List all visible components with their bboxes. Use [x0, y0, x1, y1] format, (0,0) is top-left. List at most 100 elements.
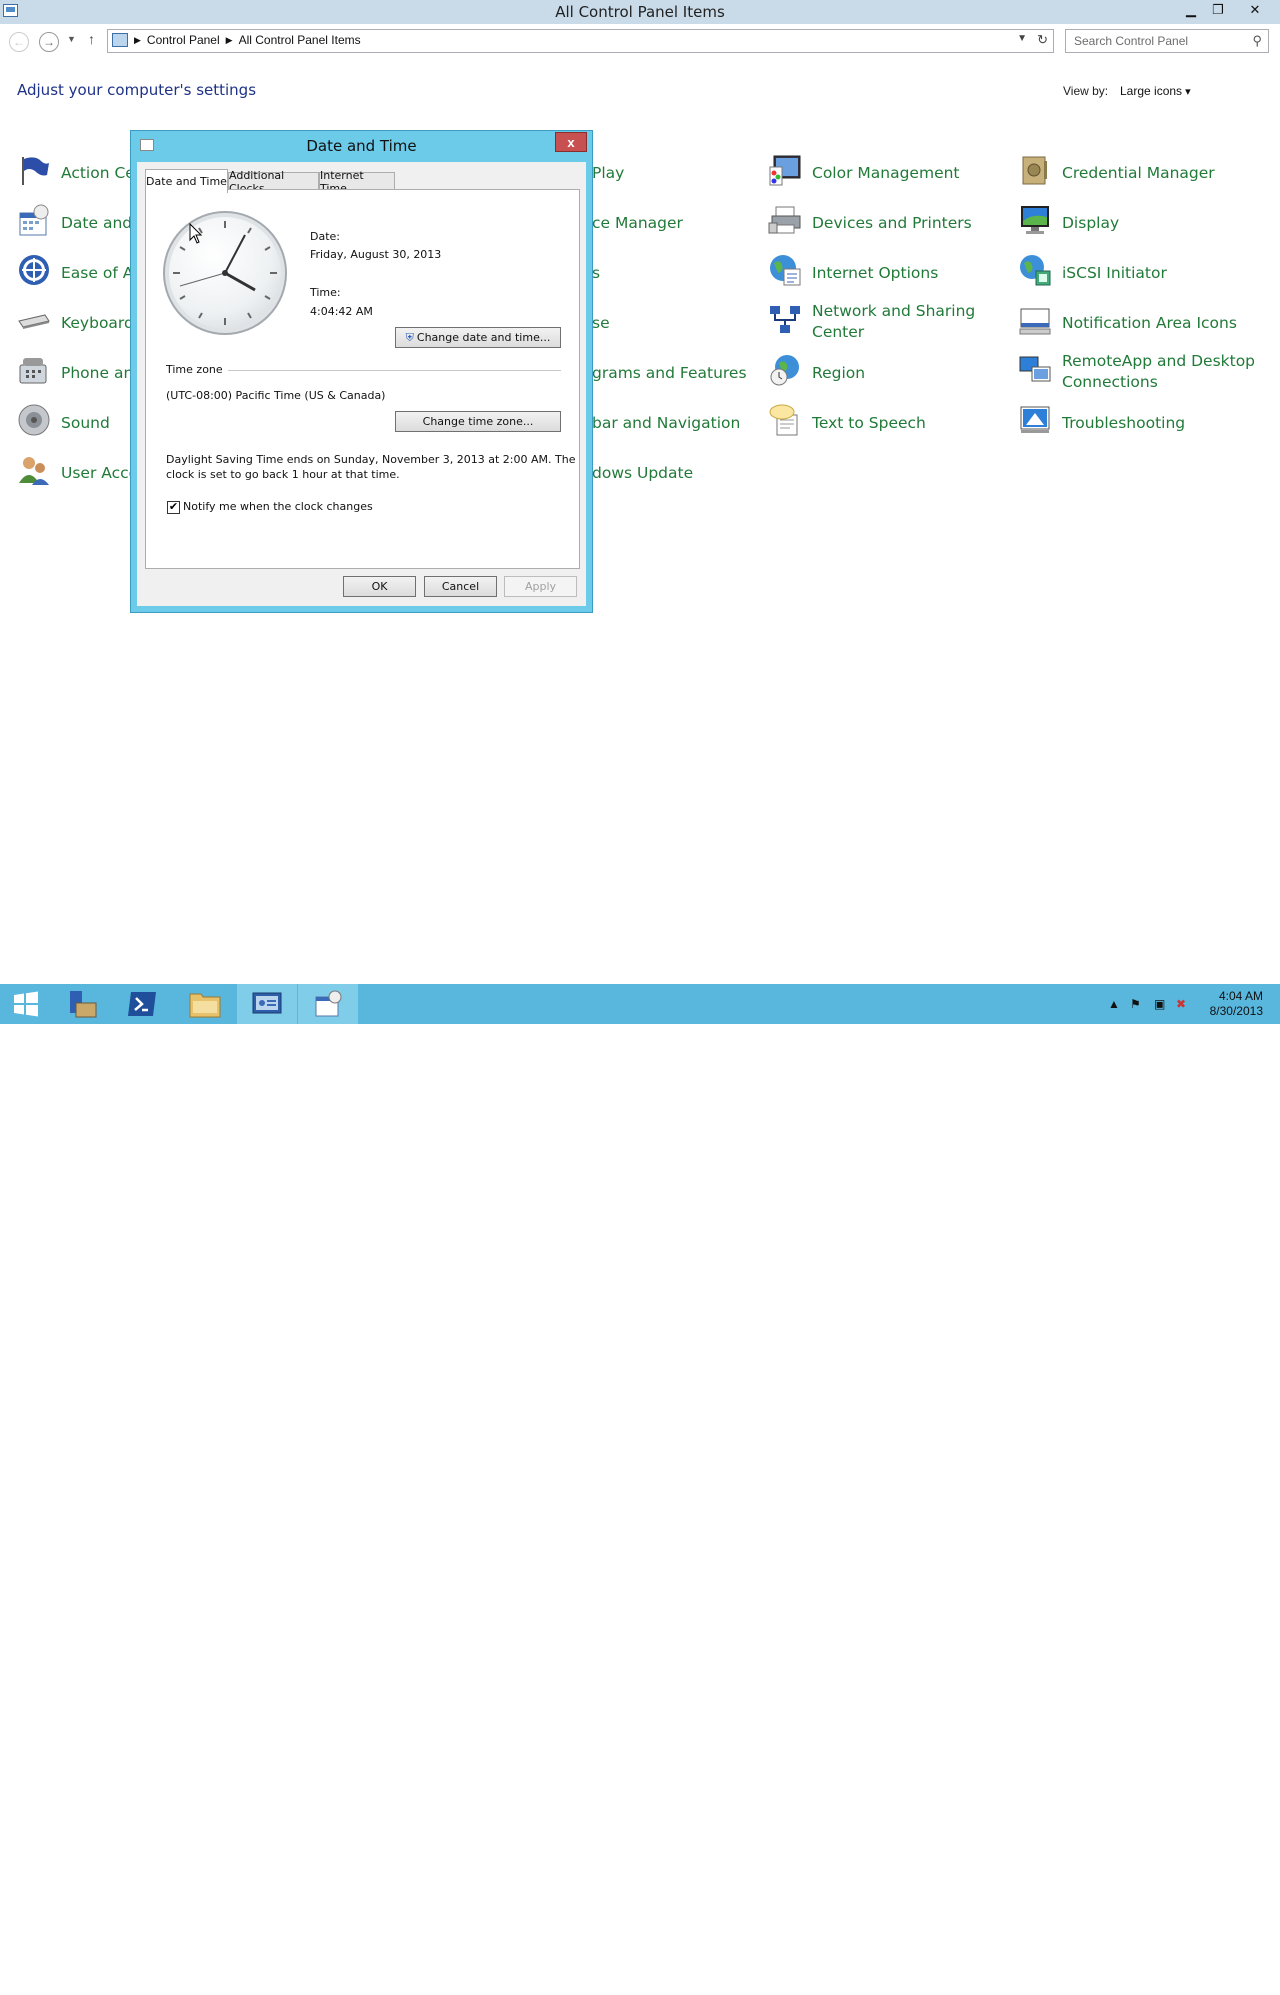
taskbar-clock[interactable]: 4:04 AM 8/30/2013 — [1210, 989, 1263, 1019]
cp-item-label: bar and Navigation — [592, 413, 741, 432]
chevron-down-icon[interactable]: ▼ — [1017, 33, 1027, 44]
cp-item-label: Color Management — [812, 163, 960, 182]
taskbar-date-time[interactable] — [298, 984, 358, 1024]
cp-item-label: s — [592, 263, 601, 282]
calendar-clock-icon — [315, 990, 342, 1017]
volume-muted-icon[interactable]: ✖ — [1176, 997, 1186, 1011]
change-date-time-button[interactable]: ⛨ Change date and time... — [395, 327, 561, 348]
taskbar: The Collection Book ▲ ⚑ ▣ ✖ 4:04 AM 8/30… — [0, 984, 1280, 1995]
cp-item-label: RemoteApp and Desktop Connections — [1062, 352, 1256, 391]
date-time-dialog: Date and Time x Date and Time Additional… — [130, 130, 593, 613]
timezone-heading: Time zone — [166, 363, 223, 376]
back-button[interactable]: ← — [9, 32, 29, 52]
control-panel-icon — [112, 33, 128, 47]
cp-item-label: grams and Features — [592, 363, 747, 382]
phone-icon — [19, 358, 47, 384]
forward-button[interactable]: → — [39, 32, 59, 52]
refresh-icon[interactable]: ↻ — [1037, 32, 1048, 48]
view-by-dropdown[interactable]: Large icons — [1120, 84, 1191, 98]
search-placeholder: Search Control Panel — [1074, 34, 1189, 48]
breadcrumb-control-panel[interactable]: Control Panel — [147, 33, 220, 47]
color-management-icon — [769, 155, 801, 186]
tab-date-and-time[interactable]: Date and Time — [145, 169, 228, 193]
chevron-right-icon[interactable]: ▶ — [226, 35, 233, 46]
globe-icon — [770, 255, 801, 286]
cp-item-label: Text to Speech — [812, 413, 926, 432]
speaker-icon — [18, 404, 50, 436]
speech-icon — [769, 404, 798, 436]
view-by-label: View by: — [1063, 84, 1109, 98]
cp-item-label: Credential Manager — [1062, 163, 1215, 182]
ok-button[interactable]: OK — [343, 576, 416, 597]
region-icon — [770, 355, 799, 386]
users-icon — [19, 457, 49, 485]
cp-item-label: Notification Area Icons — [1062, 313, 1237, 332]
cp-item-label: Keyboard — [61, 313, 134, 332]
watermark-text: The Collection Book — [1092, 1974, 1276, 1995]
change-date-time-label: Change date and time... — [416, 331, 551, 344]
close-button[interactable]: ✕ — [1232, 0, 1278, 20]
folder-icon — [189, 993, 221, 1018]
show-hidden-icons[interactable]: ▲ — [1108, 997, 1120, 1011]
window-titlebar: All Control Panel Items ▁ ❐ ✕ — [0, 0, 1280, 24]
taskbar-server-manager[interactable] — [52, 984, 112, 1024]
troubleshoot-icon — [1020, 406, 1050, 433]
cancel-button[interactable]: Cancel — [424, 576, 497, 597]
control-panel-icon — [252, 992, 282, 1014]
cp-item-label: Network and Sharing Center — [812, 302, 976, 341]
vault-icon — [1022, 156, 1047, 185]
printer-icon — [768, 206, 801, 234]
cp-item-label: Play — [592, 163, 625, 182]
dialog-client: Date and Time Additional Clocks Internet… — [137, 162, 586, 606]
recent-locations-icon[interactable]: ▼ — [67, 34, 76, 44]
cp-item-label: dows Update — [592, 463, 694, 482]
divider — [228, 370, 561, 371]
powershell-icon — [128, 992, 156, 1016]
shield-icon: ⛨ — [405, 330, 414, 344]
cp-item-label: Devices and Printers — [812, 213, 972, 232]
notify-checkbox[interactable]: ✔ — [167, 501, 180, 514]
keyboard-icon — [18, 314, 50, 329]
network-icon[interactable]: ▣ — [1154, 997, 1165, 1011]
cp-item-label: Sound — [61, 413, 110, 432]
up-arrow-icon[interactable]: ↑ — [88, 31, 95, 47]
cp-item-label: Region — [812, 363, 866, 382]
start-button[interactable] — [0, 984, 52, 1024]
change-timezone-button[interactable]: Change time zone... — [395, 411, 561, 432]
taskbar-file-explorer[interactable] — [175, 984, 235, 1024]
clock-date: 8/30/2013 — [1209, 1004, 1263, 1018]
page-title: Adjust your computer's settings — [17, 81, 257, 99]
cp-item-label: Internet Options — [812, 263, 939, 282]
cp-item-label: User Acco — [61, 463, 139, 482]
calendar-clock-icon — [19, 204, 49, 236]
dialog-title: Date and Time — [306, 137, 417, 155]
search-icon[interactable]: ⚲ — [1252, 33, 1262, 49]
clock-time: 4:04 AM — [1218, 989, 1263, 1003]
minimize-button[interactable]: ▁ — [1177, 0, 1205, 20]
time-value: 4:04:42 AM — [310, 305, 373, 318]
navigation-bar: ← → ▼ ↑ ▶ Control Panel ▶ All Control Pa… — [0, 24, 1280, 60]
apply-button[interactable]: Apply — [504, 576, 577, 597]
action-center-flag-icon[interactable]: ⚑ — [1130, 997, 1141, 1011]
accessibility-icon — [19, 255, 49, 285]
breadcrumb-all-items[interactable]: All Control Panel Items — [239, 33, 361, 47]
date-label: Date: — [310, 230, 340, 243]
dst-info-line1: Daylight Saving Time ends on Sunday, Nov… — [166, 453, 576, 466]
cp-item-label: iSCSI Initiator — [1062, 263, 1167, 282]
flag-icon — [22, 157, 49, 185]
taskbar-control-panel[interactable] — [237, 984, 297, 1024]
mouse-cursor-icon — [189, 223, 203, 244]
network-icon — [770, 306, 800, 333]
restore-button[interactable]: ❐ — [1204, 0, 1232, 20]
timezone-value: (UTC-08:00) Pacific Time (US & Canada) — [166, 389, 386, 402]
time-label: Time: — [310, 286, 341, 299]
iscsi-icon — [1020, 255, 1051, 286]
cp-item-label: se — [592, 313, 610, 332]
cp-item-label: Troubleshooting — [1062, 413, 1186, 432]
address-bar[interactable]: ▶ Control Panel ▶ All Control Panel Item… — [107, 29, 1054, 53]
dialog-close-button[interactable]: x — [555, 132, 587, 152]
cp-item-label: ce Manager — [592, 213, 683, 232]
taskbar-powershell[interactable] — [112, 984, 172, 1024]
chevron-right-icon[interactable]: ▶ — [134, 35, 141, 46]
search-input[interactable]: Search Control Panel ⚲ — [1065, 29, 1269, 53]
